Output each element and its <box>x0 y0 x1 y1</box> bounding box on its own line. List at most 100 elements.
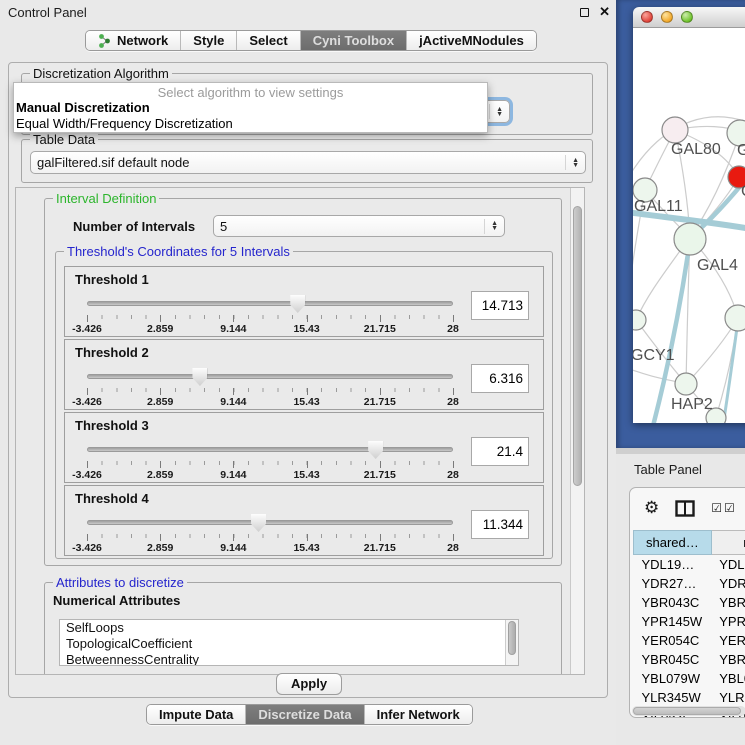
node-label-partial-ga: GA <box>737 142 745 159</box>
minimize-window-icon[interactable] <box>661 11 673 23</box>
threshold-2-slider[interactable]: -3.426 2.859 9.144 15.43 21.715 28 <box>87 368 453 408</box>
tab-select-label: Select <box>249 33 287 48</box>
attributes-group: Attributes to discretize Numerical Attri… <box>44 582 562 675</box>
combo-arrows-icon: ▲▼ <box>489 104 503 119</box>
table-row[interactable]: YLR345WYLR3 <box>634 688 745 707</box>
slider-ticks <box>87 461 453 468</box>
thresholds-group-label: Threshold's Coordinates for 5 Intervals <box>64 244 293 259</box>
threshold-1-panel: Threshold 1 -3.426 2.859 9.144 <box>64 266 544 337</box>
threshold-3-slider[interactable]: -3.426 2.859 9.144 15.43 21.715 28 <box>87 441 453 481</box>
threshold-4-slider[interactable]: -3.426 2.859 9.144 15.43 21.715 28 <box>87 514 453 554</box>
slider-thumb[interactable] <box>290 295 305 313</box>
slider-track[interactable] <box>87 520 453 525</box>
control-panel: Control Panel ✕ Network Style Select Cyn… <box>0 0 616 745</box>
table-row[interactable]: YDL19…YDL1 <box>634 555 745 574</box>
table-row[interactable]: YER054CYER0 <box>634 631 745 650</box>
slider-track[interactable] <box>87 301 453 306</box>
node-gcy1[interactable] <box>633 310 646 330</box>
tab-style-label: Style <box>193 33 224 48</box>
slider-tick-labels: -3.426 2.859 9.144 15.43 21.715 28 <box>87 396 453 408</box>
gear-icon[interactable]: ⚙ <box>644 498 659 518</box>
threshold-1-value-field[interactable]: 14.713 <box>471 291 529 320</box>
table-panel-box: ⚙ ☑☑ shared… n YDL19…YDL1 YDR27…YDR2 YBR… <box>629 487 745 718</box>
threshold-4-panel: Threshold 4 -3.426 2.859 9.144 <box>64 485 544 556</box>
list-item[interactable]: TopologicalCoefficient <box>60 636 518 652</box>
table-header-row: shared… n <box>634 531 745 555</box>
algorithm-option-equal-width[interactable]: Equal Width/Frequency Discretization <box>14 116 487 132</box>
table-row[interactable]: YBL079WYBL0 <box>634 669 745 688</box>
threshold-3-panel: Threshold 3 -3.426 2.859 9.144 <box>64 412 544 483</box>
checkbox-columns-icon[interactable]: ☑☑ <box>711 501 737 515</box>
slider-ticks <box>87 315 453 322</box>
tab-discretize-data[interactable]: Discretize Data <box>246 705 364 724</box>
table-horizontal-scrollbar[interactable] <box>632 706 745 716</box>
slider-tick-labels: -3.426 2.859 9.144 15.43 21.715 28 <box>87 542 453 554</box>
node-label-gal4: GAL4 <box>697 257 738 274</box>
bottom-tab-bar: Impute Data Discretize Data Infer Networ… <box>146 704 473 725</box>
tab-cyni-toolbox[interactable]: Cyni Toolbox <box>301 31 407 50</box>
settings-vertical-scrollbar[interactable] <box>570 188 584 674</box>
node-gal80[interactable] <box>662 117 688 143</box>
tab-jactivemnodules[interactable]: jActiveMNodules <box>407 31 536 50</box>
slider-thumb[interactable] <box>251 514 266 532</box>
node-table: shared… n YDL19…YDL1 YDR27…YDR2 YBR043CY… <box>633 530 745 718</box>
table-row[interactable]: YBR045CYBR0 <box>634 650 745 669</box>
tab-style[interactable]: Style <box>181 31 237 50</box>
node-right-h[interactable] <box>725 305 745 331</box>
table-row[interactable]: YPR145WYPR1 <box>634 612 745 631</box>
list-item[interactable]: SelfLoops <box>60 620 518 636</box>
close-panel-icon[interactable]: ✕ <box>599 4 610 20</box>
tab-jactive-label: jActiveMNodules <box>419 33 524 48</box>
interval-definition-label: Interval Definition <box>53 191 159 206</box>
network-view-frame: GAL80 GA C GAL11 GAL4 GCY1 H HAP2 <box>616 0 745 448</box>
list-item[interactable]: BetweennessCentrality <box>60 652 518 666</box>
number-of-intervals-combo[interactable]: 5 ▲▼ <box>213 215 505 237</box>
close-window-icon[interactable] <box>641 11 653 23</box>
slider-tick-labels: -3.426 2.859 9.144 15.43 21.715 28 <box>87 469 453 481</box>
column-header-name[interactable]: n <box>711 531 745 555</box>
slider-thumb[interactable] <box>368 441 383 459</box>
control-panel-titlebar: Control Panel ✕ <box>0 0 616 24</box>
panel-divider <box>616 448 745 454</box>
tab-infer-label: Infer Network <box>377 707 460 722</box>
threshold-1-label: Threshold 1 <box>75 272 149 287</box>
tab-network[interactable]: Network <box>86 31 181 50</box>
table-row[interactable]: YDR27…YDR2 <box>634 574 745 593</box>
threshold-2-value-field[interactable]: 6.316 <box>471 364 529 393</box>
network-canvas[interactable]: GAL80 GA C GAL11 GAL4 GCY1 H HAP2 <box>633 28 745 423</box>
tab-infer-network[interactable]: Infer Network <box>365 705 472 724</box>
scrollbar-thumb[interactable] <box>633 707 741 715</box>
threshold-4-value-field[interactable]: 11.344 <box>471 510 529 539</box>
threshold-1-slider[interactable]: -3.426 2.859 9.144 15.43 21.715 28 <box>87 295 453 335</box>
float-panel-icon[interactable] <box>580 8 589 17</box>
combo-arrows-icon: ▲▼ <box>565 155 579 170</box>
tab-select[interactable]: Select <box>237 31 300 50</box>
table-data-group-label: Table Data <box>30 132 98 147</box>
tab-impute-data[interactable]: Impute Data <box>147 705 246 724</box>
table-data-group: Table Data galFiltered.sif default node … <box>21 139 593 183</box>
discretization-algorithm-group-label: Discretization Algorithm <box>30 66 172 81</box>
node-label-gal11: GAL11 <box>634 198 683 215</box>
columns-icon[interactable] <box>675 500 695 517</box>
number-of-intervals-label: Number of Intervals <box>73 219 195 234</box>
algorithm-option-manual[interactable]: Manual Discretization <box>14 100 487 116</box>
column-header-shared[interactable]: shared… <box>634 531 712 555</box>
threshold-4-label: Threshold 4 <box>75 491 149 506</box>
slider-track[interactable] <box>87 447 453 452</box>
slider-thumb[interactable] <box>192 368 207 386</box>
apply-button[interactable]: Apply <box>276 673 342 695</box>
scrollbar-thumb[interactable] <box>573 206 582 486</box>
threshold-3-value-field[interactable]: 21.4 <box>471 437 529 466</box>
node-gal4[interactable] <box>674 223 706 255</box>
algorithm-placeholder-option[interactable]: Select algorithm to view settings <box>14 83 487 100</box>
zoom-window-icon[interactable] <box>681 11 693 23</box>
table-panel-title: Table Panel <box>634 462 702 477</box>
table-row[interactable]: YBR043CYBR0 <box>634 593 745 612</box>
numerical-attributes-list[interactable]: SelfLoops TopologicalCoefficient Between… <box>59 619 519 666</box>
table-data-combo[interactable]: galFiltered.sif default node ▲▼ <box>30 151 586 174</box>
node-label-partial-c: C <box>741 183 745 200</box>
slider-track[interactable] <box>87 374 453 379</box>
numerical-attributes-label: Numerical Attributes <box>53 593 180 608</box>
node-hap2[interactable] <box>675 373 697 395</box>
attributes-list-scrollbar[interactable] <box>505 620 518 665</box>
